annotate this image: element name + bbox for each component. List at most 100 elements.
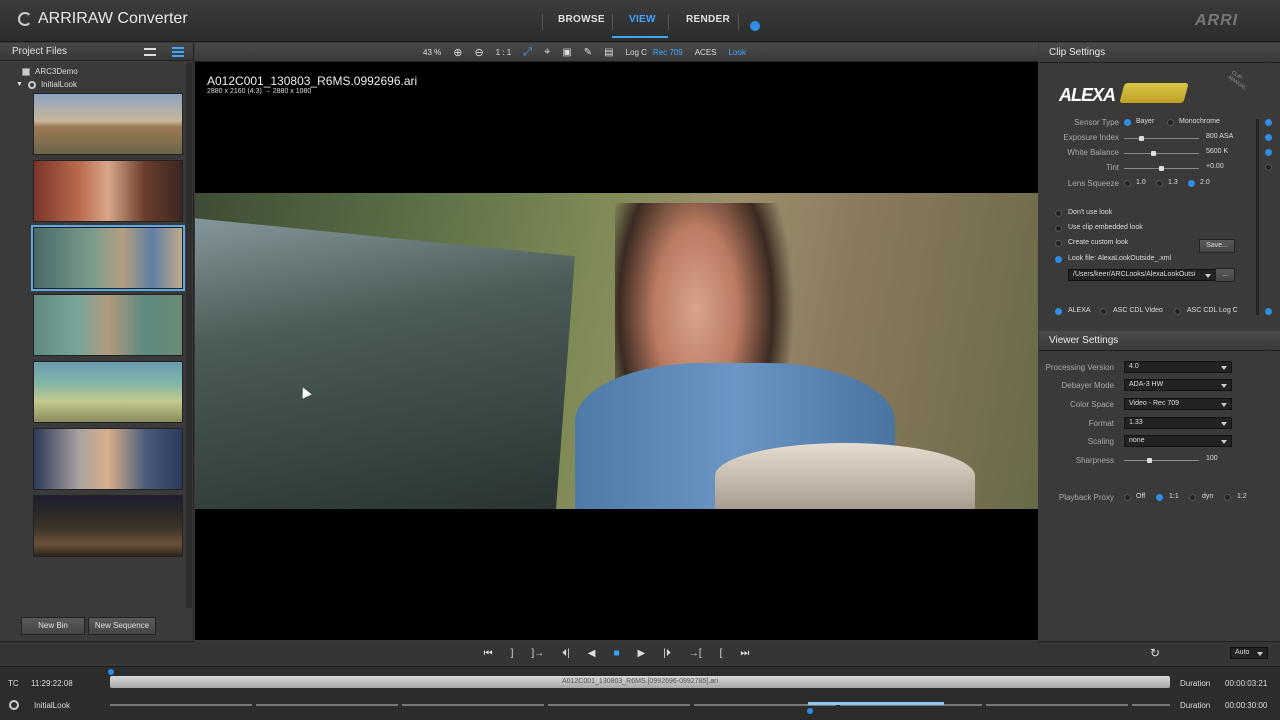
overlay-icon[interactable]: ▤ <box>604 47 613 58</box>
zoom-level: 43 % <box>423 47 442 57</box>
new-sequence-button[interactable]: New Sequence <box>88 617 156 635</box>
processing-version-dropdown[interactable]: 4.0 <box>1124 361 1232 373</box>
list-view-icon[interactable] <box>144 48 156 56</box>
sharpness-value: 100 <box>1206 455 1218 462</box>
exposure-index-slider[interactable] <box>1124 138 1199 139</box>
new-bin-button[interactable]: New Bin <box>21 617 85 635</box>
tint-manual-toggle[interactable] <box>1265 164 1272 171</box>
video-frame[interactable] <box>195 193 1038 509</box>
look-track-selection[interactable] <box>808 702 944 705</box>
clip-track[interactable]: A012C001_130803_R6MS.[0992696-0992785].a… <box>110 676 1170 688</box>
go-to-out-icon[interactable]: ]→ <box>531 648 544 659</box>
look-manual-toggle[interactable] <box>1265 308 1272 315</box>
mark-in-icon[interactable]: [ <box>720 648 723 659</box>
exposure-index-knob[interactable] <box>1139 136 1144 141</box>
loop-icon[interactable]: ↻ <box>1150 646 1160 660</box>
step-forward-icon[interactable]: |⏵ <box>663 648 671 659</box>
no-look-radio[interactable] <box>1055 210 1062 217</box>
brush-icon[interactable]: ✎ <box>584 47 592 58</box>
look-button[interactable]: Look <box>729 48 746 57</box>
proxy-1-2-radio[interactable] <box>1224 494 1231 501</box>
tab-browse[interactable]: BROWSE <box>558 14 605 25</box>
exposure-index-manual-toggle[interactable] <box>1265 134 1272 141</box>
tree-item-project[interactable]: ARC3Demo <box>22 65 193 78</box>
log-c-button[interactable]: Log C <box>626 48 647 57</box>
proxy-off-radio[interactable] <box>1124 494 1131 501</box>
zoom-in-icon[interactable]: ⊕ <box>453 46 462 59</box>
bayer-radio[interactable] <box>1124 119 1131 126</box>
debayer-mode-label: Debayer Mode <box>1061 381 1114 390</box>
scaling-dropdown[interactable]: none <box>1124 435 1232 447</box>
arri-brand-logo: ARRI <box>1195 12 1239 29</box>
proxy-1-2-label: 1:2 <box>1237 493 1247 500</box>
scaling-label: Scaling <box>1087 437 1114 446</box>
clip-thumbnail[interactable] <box>33 428 183 490</box>
playhead-marker[interactable] <box>108 669 114 675</box>
sharpness-slider[interactable] <box>1124 460 1199 461</box>
format-dropdown[interactable]: 1.33 <box>1124 417 1232 429</box>
info-icon[interactable] <box>750 21 760 31</box>
clip-thumbnail[interactable] <box>33 93 183 155</box>
rec709-button[interactable]: Rec 709 <box>653 48 683 57</box>
proxy-dyn-radio[interactable] <box>1189 494 1196 501</box>
lens-squeeze-1-0-radio[interactable] <box>1124 180 1131 187</box>
crosshair-icon[interactable]: ⌖ <box>544 46 550 59</box>
tree-item-bin[interactable]: ▼ InitialLook <box>16 78 193 91</box>
white-balance-manual-toggle[interactable] <box>1265 149 1272 156</box>
custom-look-radio[interactable] <box>1055 240 1062 247</box>
timecode: 11:29:22:08 <box>31 679 73 688</box>
go-to-in-icon[interactable]: →[ <box>689 648 702 659</box>
white-balance-slider[interactable] <box>1124 153 1199 154</box>
sharpness-knob[interactable] <box>1147 458 1152 463</box>
clip-thumbnail[interactable] <box>33 361 183 423</box>
proxy-1-1-radio[interactable] <box>1156 494 1163 501</box>
play-reverse-icon[interactable]: ◀ <box>588 648 596 659</box>
fit-to-window-icon[interactable]: ⤢ <box>523 46 532 59</box>
embedded-look-radio[interactable] <box>1055 225 1062 232</box>
proxy-dyn-label: dyn <box>1202 493 1214 500</box>
aces-button[interactable]: ACES <box>695 48 717 57</box>
tab-view[interactable]: VIEW <box>629 14 656 25</box>
camera-snapshot-icon[interactable]: ▣ <box>562 47 571 58</box>
top-bar: ARRIRAW Converter BROWSE VIEW RENDER ARR… <box>0 0 1280 42</box>
zoom-ratio-button[interactable]: 1 : 1 <box>496 48 512 57</box>
look-track[interactable] <box>110 704 1170 706</box>
project-files-scrollbar[interactable] <box>186 63 192 608</box>
loop-mode-dropdown[interactable]: Auto <box>1230 647 1268 659</box>
step-back-icon[interactable]: ⏴| <box>562 648 570 659</box>
debayer-mode-dropdown[interactable]: ADA-3 HW <box>1124 379 1232 391</box>
asc-cdl-video-radio[interactable] <box>1100 308 1107 315</box>
mark-out-icon[interactable]: ] <box>511 648 514 659</box>
look-path-field[interactable]: /Users/keer/ARCLooks/AlexaLookOutsi <box>1068 269 1216 281</box>
clip-thumbnail[interactable] <box>33 495 183 557</box>
play-icon[interactable]: ▶ <box>638 648 646 659</box>
detail-view-icon[interactable] <box>172 47 184 57</box>
sensor-type-manual-toggle[interactable] <box>1265 119 1272 126</box>
white-balance-knob[interactable] <box>1151 151 1156 156</box>
lens-squeeze-label: Lens Squeeze <box>1067 179 1119 188</box>
color-space-dropdown[interactable]: Video - Rec 709 <box>1124 398 1232 410</box>
zoom-out-icon[interactable]: ⊖ <box>474 46 483 59</box>
lens-squeeze-1-3-radio[interactable] <box>1156 180 1163 187</box>
look-file-radio[interactable] <box>1055 256 1062 263</box>
stop-icon[interactable]: ■ <box>613 648 619 659</box>
look-track-marker[interactable] <box>807 708 813 714</box>
chevron-down-icon[interactable]: ▼ <box>16 81 23 88</box>
playback-proxy-label: Playback Proxy <box>1058 493 1114 502</box>
clip-thumbnail[interactable] <box>33 294 183 356</box>
go-to-end-icon[interactable]: ⏭ <box>740 648 749 659</box>
tab-render[interactable]: RENDER <box>686 14 730 25</box>
alexa-look-radio[interactable] <box>1055 308 1062 315</box>
clip-thumbnail-selected[interactable] <box>31 225 185 291</box>
lens-squeeze-2-0-radio[interactable] <box>1188 180 1195 187</box>
duration-value: 00:00:03:21 <box>1225 679 1268 688</box>
go-to-start-icon[interactable]: ⏮ <box>484 648 493 659</box>
tint-knob[interactable] <box>1159 166 1164 171</box>
monochrome-radio[interactable] <box>1167 119 1174 126</box>
browse-look-button[interactable]: ... <box>1215 268 1235 282</box>
clip-thumbnail[interactable] <box>33 160 183 222</box>
color-space-label: Color Space <box>1069 400 1114 409</box>
embedded-look-label: Use clip embedded look <box>1068 224 1143 231</box>
asc-cdl-log-c-radio[interactable] <box>1174 308 1181 315</box>
save-look-button[interactable]: Save... <box>1199 239 1235 253</box>
